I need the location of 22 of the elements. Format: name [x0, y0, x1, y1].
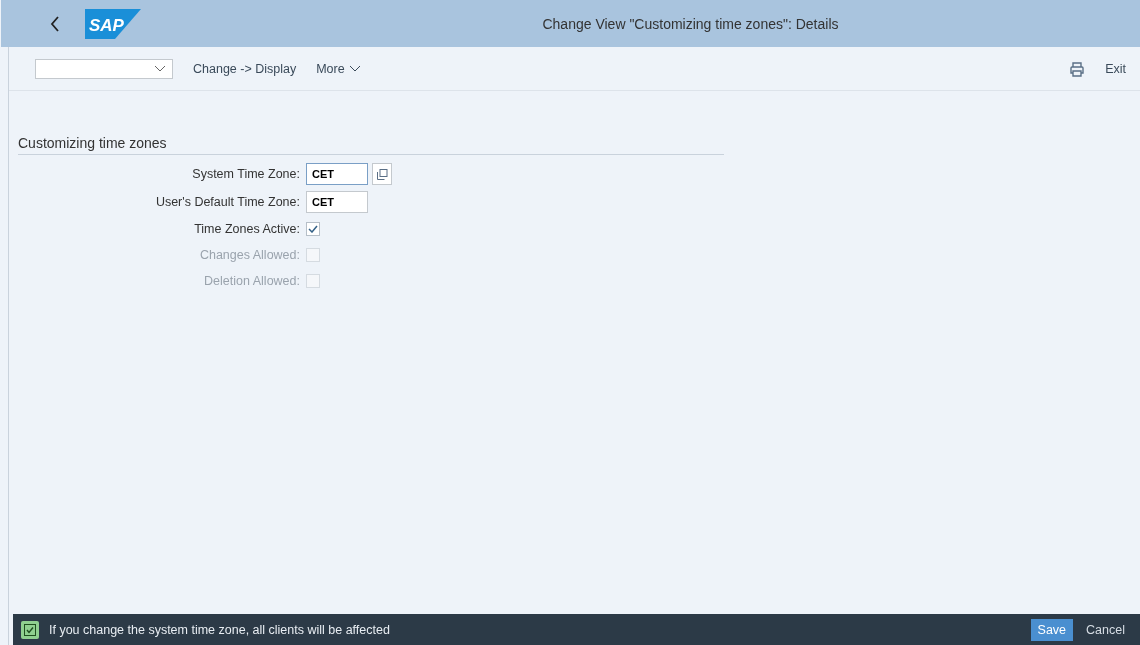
field-label: System Time Zone: — [191, 167, 301, 181]
value-help-icon[interactable] — [372, 163, 392, 185]
section-title: Customizing time zones — [18, 135, 724, 155]
dropdown-field[interactable] — [35, 58, 173, 79]
field-label: Deletion Allowed: — [203, 274, 301, 288]
input-field[interactable]: CET — [306, 191, 368, 213]
logo: SAP — [85, 8, 141, 39]
exit-button[interactable]: Exit — [1105, 61, 1126, 76]
field-label: Changes Allowed: — [198, 248, 301, 262]
toolbar-button[interactable]: Change -> Display — [193, 61, 297, 76]
print-icon[interactable] — [1069, 60, 1086, 77]
window-title: Change View "Customizing time zones": Details — [541, 15, 840, 32]
status-message: If you change the system time zone, all clients will be affected — [49, 622, 391, 637]
checkbox[interactable] — [306, 222, 320, 236]
chevron-down-icon — [348, 64, 361, 73]
chevron-down-icon — [154, 64, 166, 73]
field-label: User's Default Time Zone: — [154, 195, 301, 209]
toolbar-button[interactable]: More — [316, 61, 361, 76]
input-field[interactable]: CET — [306, 163, 368, 185]
success-icon — [21, 620, 39, 639]
cancel-button[interactable]: Cancel — [1079, 618, 1132, 641]
field-label: Time Zones Active: — [193, 222, 301, 236]
